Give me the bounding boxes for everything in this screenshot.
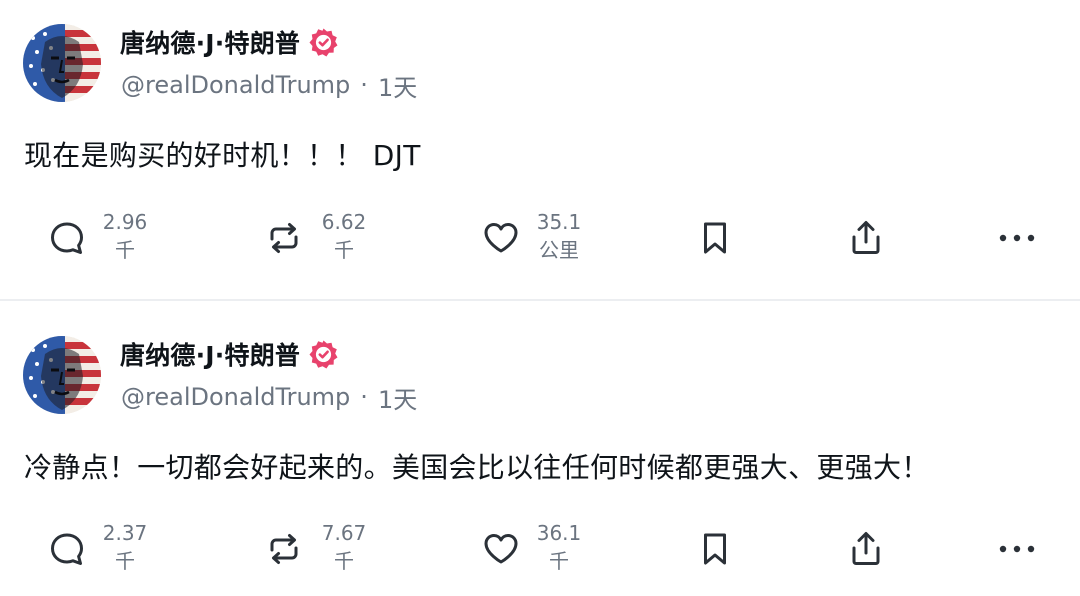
avatar-image (23, 24, 101, 102)
avatar-image (23, 336, 101, 414)
post-timestamp[interactable]: 1天 (378, 380, 417, 415)
share-button[interactable] (846, 517, 886, 581)
reply-icon (51, 533, 83, 565)
share-button[interactable] (846, 206, 886, 270)
share-icon (852, 221, 880, 254)
bookmark-button[interactable] (695, 517, 735, 581)
post[interactable]: 唐纳德·J·特朗普 @realDonaldTrump · 1天 冷静点！一切都会… (0, 302, 1080, 596)
post-text: 冷静点！一切都会好起来的。美国会比以往任何时候都更强大、更强大！ (24, 451, 930, 484)
reply-count: 2.96 (102, 210, 148, 234)
author-display-name[interactable]: 唐纳德·J·特朗普 (120, 24, 300, 60)
author-display-name[interactable]: 唐纳德·J·特朗普 (120, 336, 300, 372)
reply-icon (51, 222, 83, 254)
repost-count: 7.67 (321, 521, 367, 545)
action-bar: 2.96 千 6.62 千 35.1 公里 (0, 206, 1080, 270)
like-count: 35.1 (536, 210, 582, 234)
verified-badge-icon (308, 339, 339, 370)
separator-dot: · (360, 71, 368, 99)
more-options-button[interactable] (997, 517, 1037, 581)
author-handle[interactable]: @realDonaldTrump (121, 383, 350, 411)
post-divider (0, 299, 1080, 301)
more-icon (999, 545, 1035, 553)
verified-badge-icon (308, 27, 339, 58)
like-count-unit: 公里 (539, 238, 579, 262)
reply-count-unit: 千 (115, 549, 135, 573)
avatar[interactable] (23, 336, 101, 414)
post-text: 现在是购买的好时机！！！ DJT (24, 139, 421, 172)
reply-count-unit: 千 (115, 238, 135, 262)
heart-icon (484, 223, 518, 253)
more-icon (999, 234, 1035, 242)
post-timestamp[interactable]: 1天 (378, 68, 417, 103)
heart-icon (484, 534, 518, 564)
separator-dot: · (360, 383, 368, 411)
bookmark-icon (704, 533, 726, 565)
like-count: 36.1 (536, 521, 582, 545)
share-icon (852, 532, 880, 565)
repost-icon (270, 223, 298, 253)
repost-count-unit: 千 (334, 549, 354, 573)
repost-count-unit: 千 (334, 238, 354, 262)
reply-count: 2.37 (102, 521, 148, 545)
repost-count: 6.62 (321, 210, 367, 234)
author-handle[interactable]: @realDonaldTrump (121, 71, 350, 99)
bookmark-icon (704, 222, 726, 254)
bookmark-button[interactable] (695, 206, 735, 270)
like-count-unit: 千 (549, 549, 569, 573)
repost-icon (270, 534, 298, 564)
action-bar: 2.37 千 7.67 千 36.1 千 (0, 517, 1080, 581)
more-options-button[interactable] (997, 206, 1037, 270)
avatar[interactable] (23, 24, 101, 102)
post[interactable]: 唐纳德·J·特朗普 @realDonaldTrump · 1天 现在是购买的好时… (0, 0, 1080, 300)
